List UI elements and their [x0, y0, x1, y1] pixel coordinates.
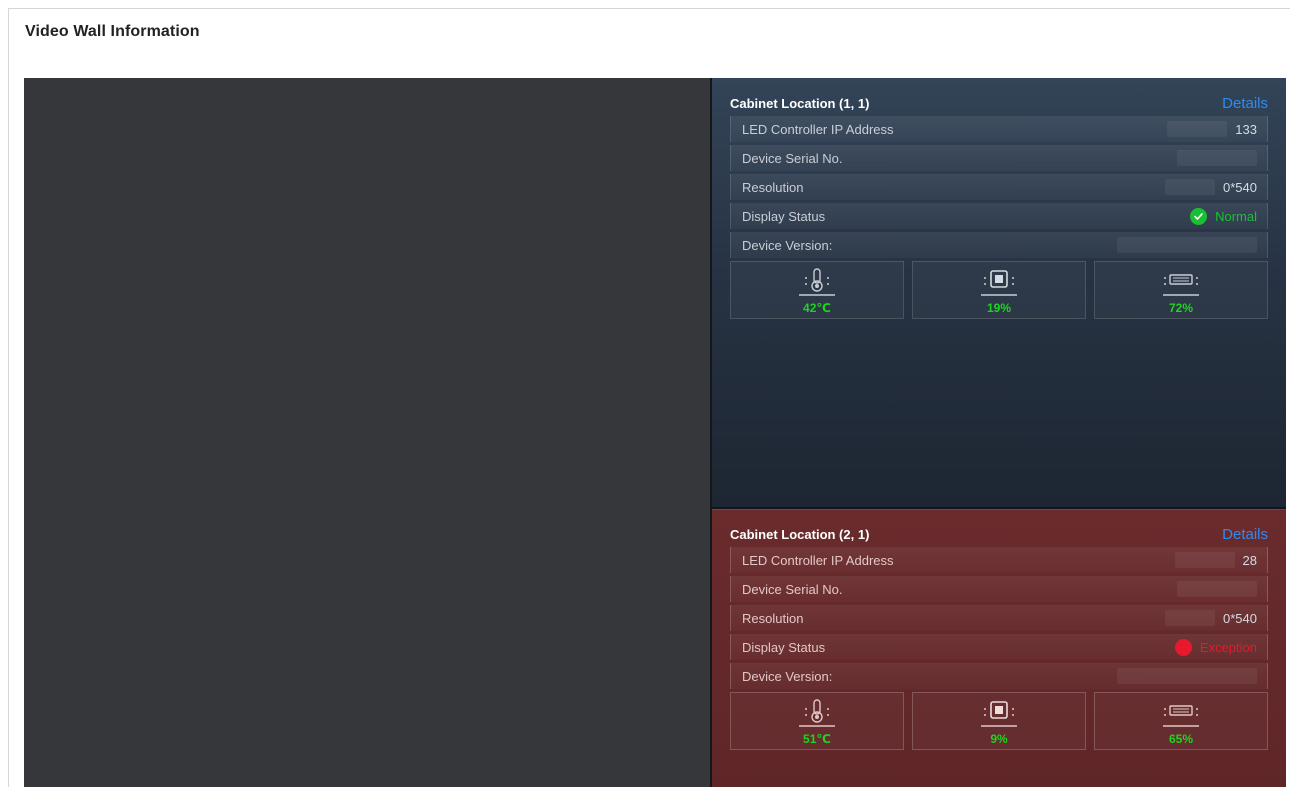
resolution-text: 0*540	[1223, 179, 1257, 195]
redacted-block	[1117, 668, 1257, 684]
device-version-row: Device Version:	[730, 232, 1268, 258]
redacted-block	[1177, 150, 1257, 166]
cabinet-location-title: Cabinet Location (2, 1)	[730, 526, 870, 542]
ip-address-text: 28	[1242, 552, 1257, 568]
cabinet-info-panel: Cabinet Location (1, 1) Details LED Cont…	[710, 78, 1286, 787]
thermometer-icon	[799, 699, 835, 727]
display-status-row: Display Status Normal	[730, 203, 1268, 229]
device-version-label: Device Version:	[742, 668, 833, 684]
details-link[interactable]: Details	[1222, 95, 1268, 112]
redacted-block	[1177, 581, 1257, 597]
cpu-metric: 19%	[912, 261, 1086, 319]
display-status-text: Exception	[1199, 639, 1257, 655]
device-version-label: Device Version:	[742, 237, 833, 253]
check-circle-icon	[1190, 207, 1208, 225]
ip-address-label: LED Controller IP Address	[742, 552, 894, 568]
cabinet-card-header: Cabinet Location (1, 1) Details	[730, 90, 1268, 116]
redacted-block	[1174, 552, 1235, 568]
ip-address-row: LED Controller IP Address 28	[730, 547, 1268, 573]
resolution-text: 0*540	[1223, 610, 1257, 626]
cabinet-card-1-1: Cabinet Location (1, 1) Details LED Cont…	[712, 78, 1286, 509]
device-version-row: Device Version:	[730, 663, 1268, 689]
serial-number-row: Device Serial No.	[730, 145, 1268, 171]
resolution-label: Resolution	[742, 610, 804, 626]
display-status-value: Normal	[1190, 207, 1257, 225]
memory-value: 72%	[1168, 301, 1194, 315]
resolution-row: Resolution 0*540	[730, 605, 1268, 631]
cpu-value: 19%	[986, 301, 1012, 315]
temperature-value: 42℃	[803, 301, 831, 315]
thermometer-icon	[799, 268, 835, 296]
cpu-metric: 9%	[912, 692, 1086, 750]
device-version-value	[1117, 237, 1257, 253]
page-title: Video Wall Information	[25, 23, 200, 40]
serial-number-value	[1177, 581, 1257, 597]
temperature-value: 51℃	[803, 732, 831, 746]
temperature-metric: 42℃	[730, 261, 904, 319]
ip-address-label: LED Controller IP Address	[742, 121, 894, 137]
redacted-block	[1165, 179, 1216, 195]
memory-metric: 72%	[1094, 261, 1268, 319]
resolution-value: 0*540	[1165, 179, 1257, 195]
resolution-label: Resolution	[742, 179, 804, 195]
device-version-value	[1117, 668, 1257, 684]
ip-address-value: 28	[1174, 552, 1257, 568]
cabinet-location-title: Cabinet Location (1, 1)	[730, 95, 870, 111]
display-status-label: Display Status	[742, 208, 826, 224]
serial-number-label: Device Serial No.	[742, 581, 843, 597]
display-status-row: Display Status Exception	[730, 634, 1268, 660]
memory-icon	[1163, 705, 1199, 727]
resolution-row: Resolution 0*540	[730, 174, 1268, 200]
temperature-metric: 51℃	[730, 692, 904, 750]
serial-number-value	[1177, 150, 1257, 166]
error-dot-icon	[1174, 638, 1192, 656]
ip-address-row: LED Controller IP Address 133	[730, 116, 1268, 142]
display-status-label: Display Status	[742, 639, 826, 655]
chip-icon	[981, 270, 1017, 296]
cpu-value: 9%	[990, 732, 1008, 746]
details-link[interactable]: Details	[1222, 526, 1268, 543]
memory-metric: 65%	[1094, 692, 1268, 750]
memory-value: 65%	[1168, 732, 1194, 746]
display-status-text: Normal	[1215, 208, 1257, 224]
metrics-row: 51℃ 9% 65%	[730, 692, 1268, 750]
redacted-block	[1165, 610, 1216, 626]
redacted-block	[1117, 237, 1257, 253]
serial-number-label: Device Serial No.	[742, 150, 843, 166]
cabinet-card-header: Cabinet Location (2, 1) Details	[730, 521, 1268, 547]
serial-number-row: Device Serial No.	[730, 576, 1268, 602]
redacted-block	[1167, 121, 1228, 137]
resolution-value: 0*540	[1165, 610, 1257, 626]
cabinet-card-2-1: Cabinet Location (2, 1) Details LED Cont…	[712, 509, 1286, 787]
ip-address-value: 133	[1167, 121, 1257, 137]
memory-icon	[1163, 274, 1199, 296]
metrics-row: 42℃ 19% 72%	[730, 261, 1268, 319]
ip-address-text: 133	[1235, 121, 1257, 137]
display-status-value: Exception	[1174, 638, 1257, 656]
chip-icon	[981, 701, 1017, 727]
